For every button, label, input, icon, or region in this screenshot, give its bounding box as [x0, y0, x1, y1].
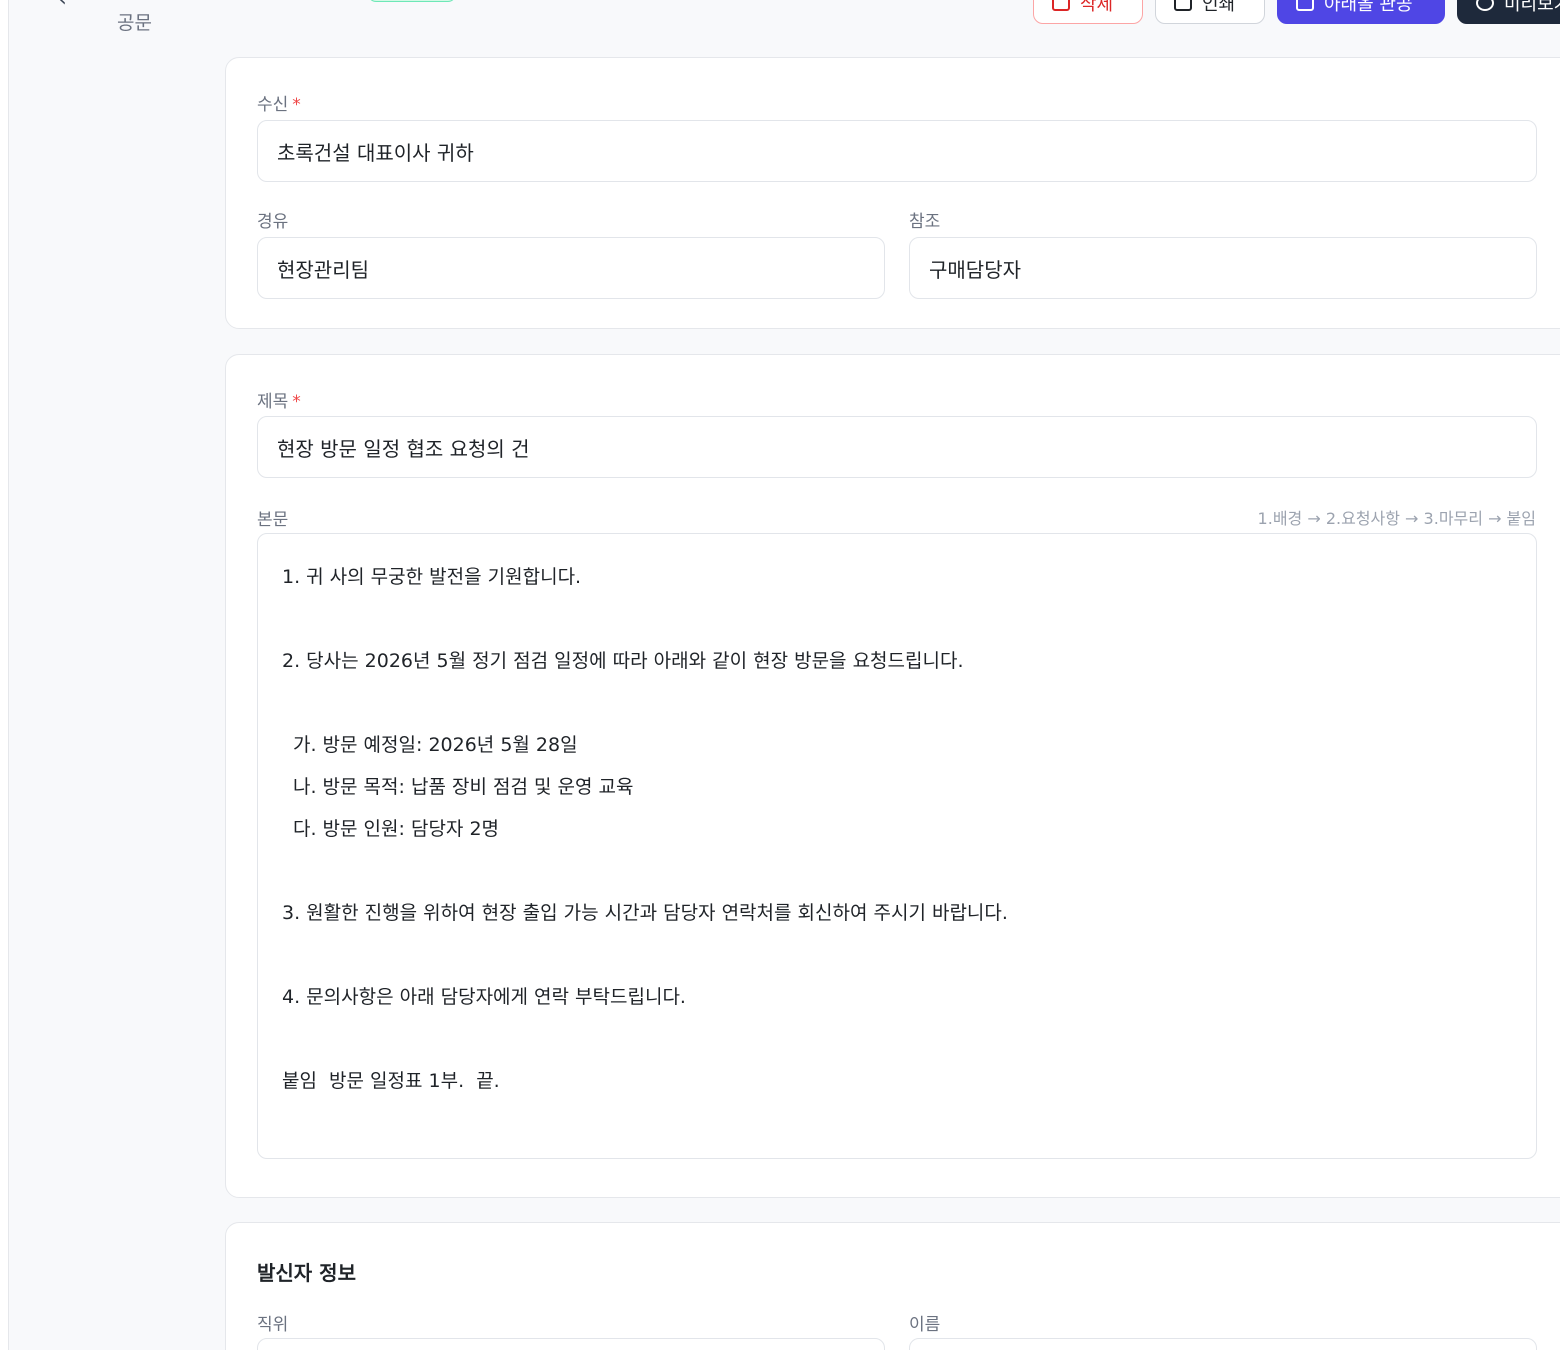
body-line: 2. 당사는 2026년 5월 정기 점검 일정에 따라 아래와 같이 현장 방…: [282, 650, 964, 672]
name-input[interactable]: [909, 1338, 1537, 1350]
body-line: [282, 850, 1512, 892]
delete-button-label: 삭제: [1080, 0, 1114, 15]
recipient-label: 수신 *: [257, 95, 301, 115]
eye-icon: [1476, 0, 1494, 11]
position-label: 직위: [257, 1315, 289, 1335]
back-chevron-icon[interactable]: ‹: [58, 0, 78, 11]
recipient-card: 수신 * 초록건설 대표이사 귀하 경유 현장관리팀 참조 구매담당자: [225, 57, 1560, 329]
trash-icon: [1052, 0, 1070, 11]
delete-button[interactable]: 삭제: [1033, 0, 1143, 24]
preview-button-label: 미리보기: [1504, 0, 1560, 15]
body-line: 1. 귀 사의 무궁한 발전을 기원합니다.: [282, 566, 582, 588]
left-sidebar-edge: [0, 0, 9, 1350]
body-line: 붙임 방문 일정표 1부. 끝.: [282, 1070, 500, 1092]
body-line: 4. 문의사항은 아래 담당자에게 연락 부탁드립니다.: [282, 986, 686, 1008]
body-line: 다. 방문 인원: 담당자 2명: [293, 818, 500, 840]
body-label: 본문: [257, 510, 289, 530]
cc-label: 참조: [909, 212, 941, 232]
required-marker: *: [292, 392, 301, 412]
title-label: 제목 *: [257, 392, 301, 412]
body-line: [282, 1018, 1512, 1060]
body-line: [282, 682, 1512, 724]
name-label: 이름: [909, 1315, 941, 1335]
print-button[interactable]: 인쇄: [1155, 0, 1265, 24]
status-badge: [368, 0, 456, 2]
structure-hint: 1.배경 → 2.요청사항 → 3.마무리 → 붙임: [1257, 509, 1536, 528]
required-marker: *: [292, 95, 301, 115]
body-line: 3. 원활한 진행을 위하여 현장 출입 가능 시간과 담당자 연락처를 회신하…: [282, 902, 1008, 924]
recipient-input[interactable]: 초록건설 대표이사 귀하: [257, 120, 1537, 182]
body-line: [282, 598, 1512, 640]
printer-icon: [1174, 0, 1192, 11]
title-input[interactable]: 현장 방문 일정 협조 요청의 건: [257, 416, 1537, 478]
print-button-label: 인쇄: [1202, 0, 1236, 15]
position-input[interactable]: [257, 1338, 885, 1350]
cc-input[interactable]: 구매담당자: [909, 237, 1537, 299]
preview-button[interactable]: 미리보기: [1457, 0, 1560, 24]
sender-section-title: 발신자 정보: [257, 1261, 356, 1285]
breadcrumb: 공문: [117, 12, 152, 34]
sender-card: 발신자 정보 직위 이름: [225, 1222, 1560, 1350]
body-textarea[interactable]: 1. 귀 사의 무궁한 발전을 기원합니다. 2. 당사는 2026년 5월 정…: [257, 533, 1537, 1159]
via-input[interactable]: 현장관리팀: [257, 237, 885, 299]
template-icon: [1296, 0, 1314, 11]
body-line: 가. 방문 예정일: 2026년 5월 28일: [293, 734, 578, 756]
content-card: 제목 * 현장 방문 일정 협조 요청의 건 본문 1.배경 → 2.요청사항 →…: [225, 354, 1560, 1198]
body-line: [282, 934, 1512, 976]
body-line: 나. 방문 목적: 납품 장비 점검 및 운영 교육: [293, 776, 634, 798]
template-button-label: 아래올 관공: [1324, 0, 1413, 15]
via-label: 경유: [257, 212, 289, 232]
template-button[interactable]: 아래올 관공: [1277, 0, 1445, 24]
